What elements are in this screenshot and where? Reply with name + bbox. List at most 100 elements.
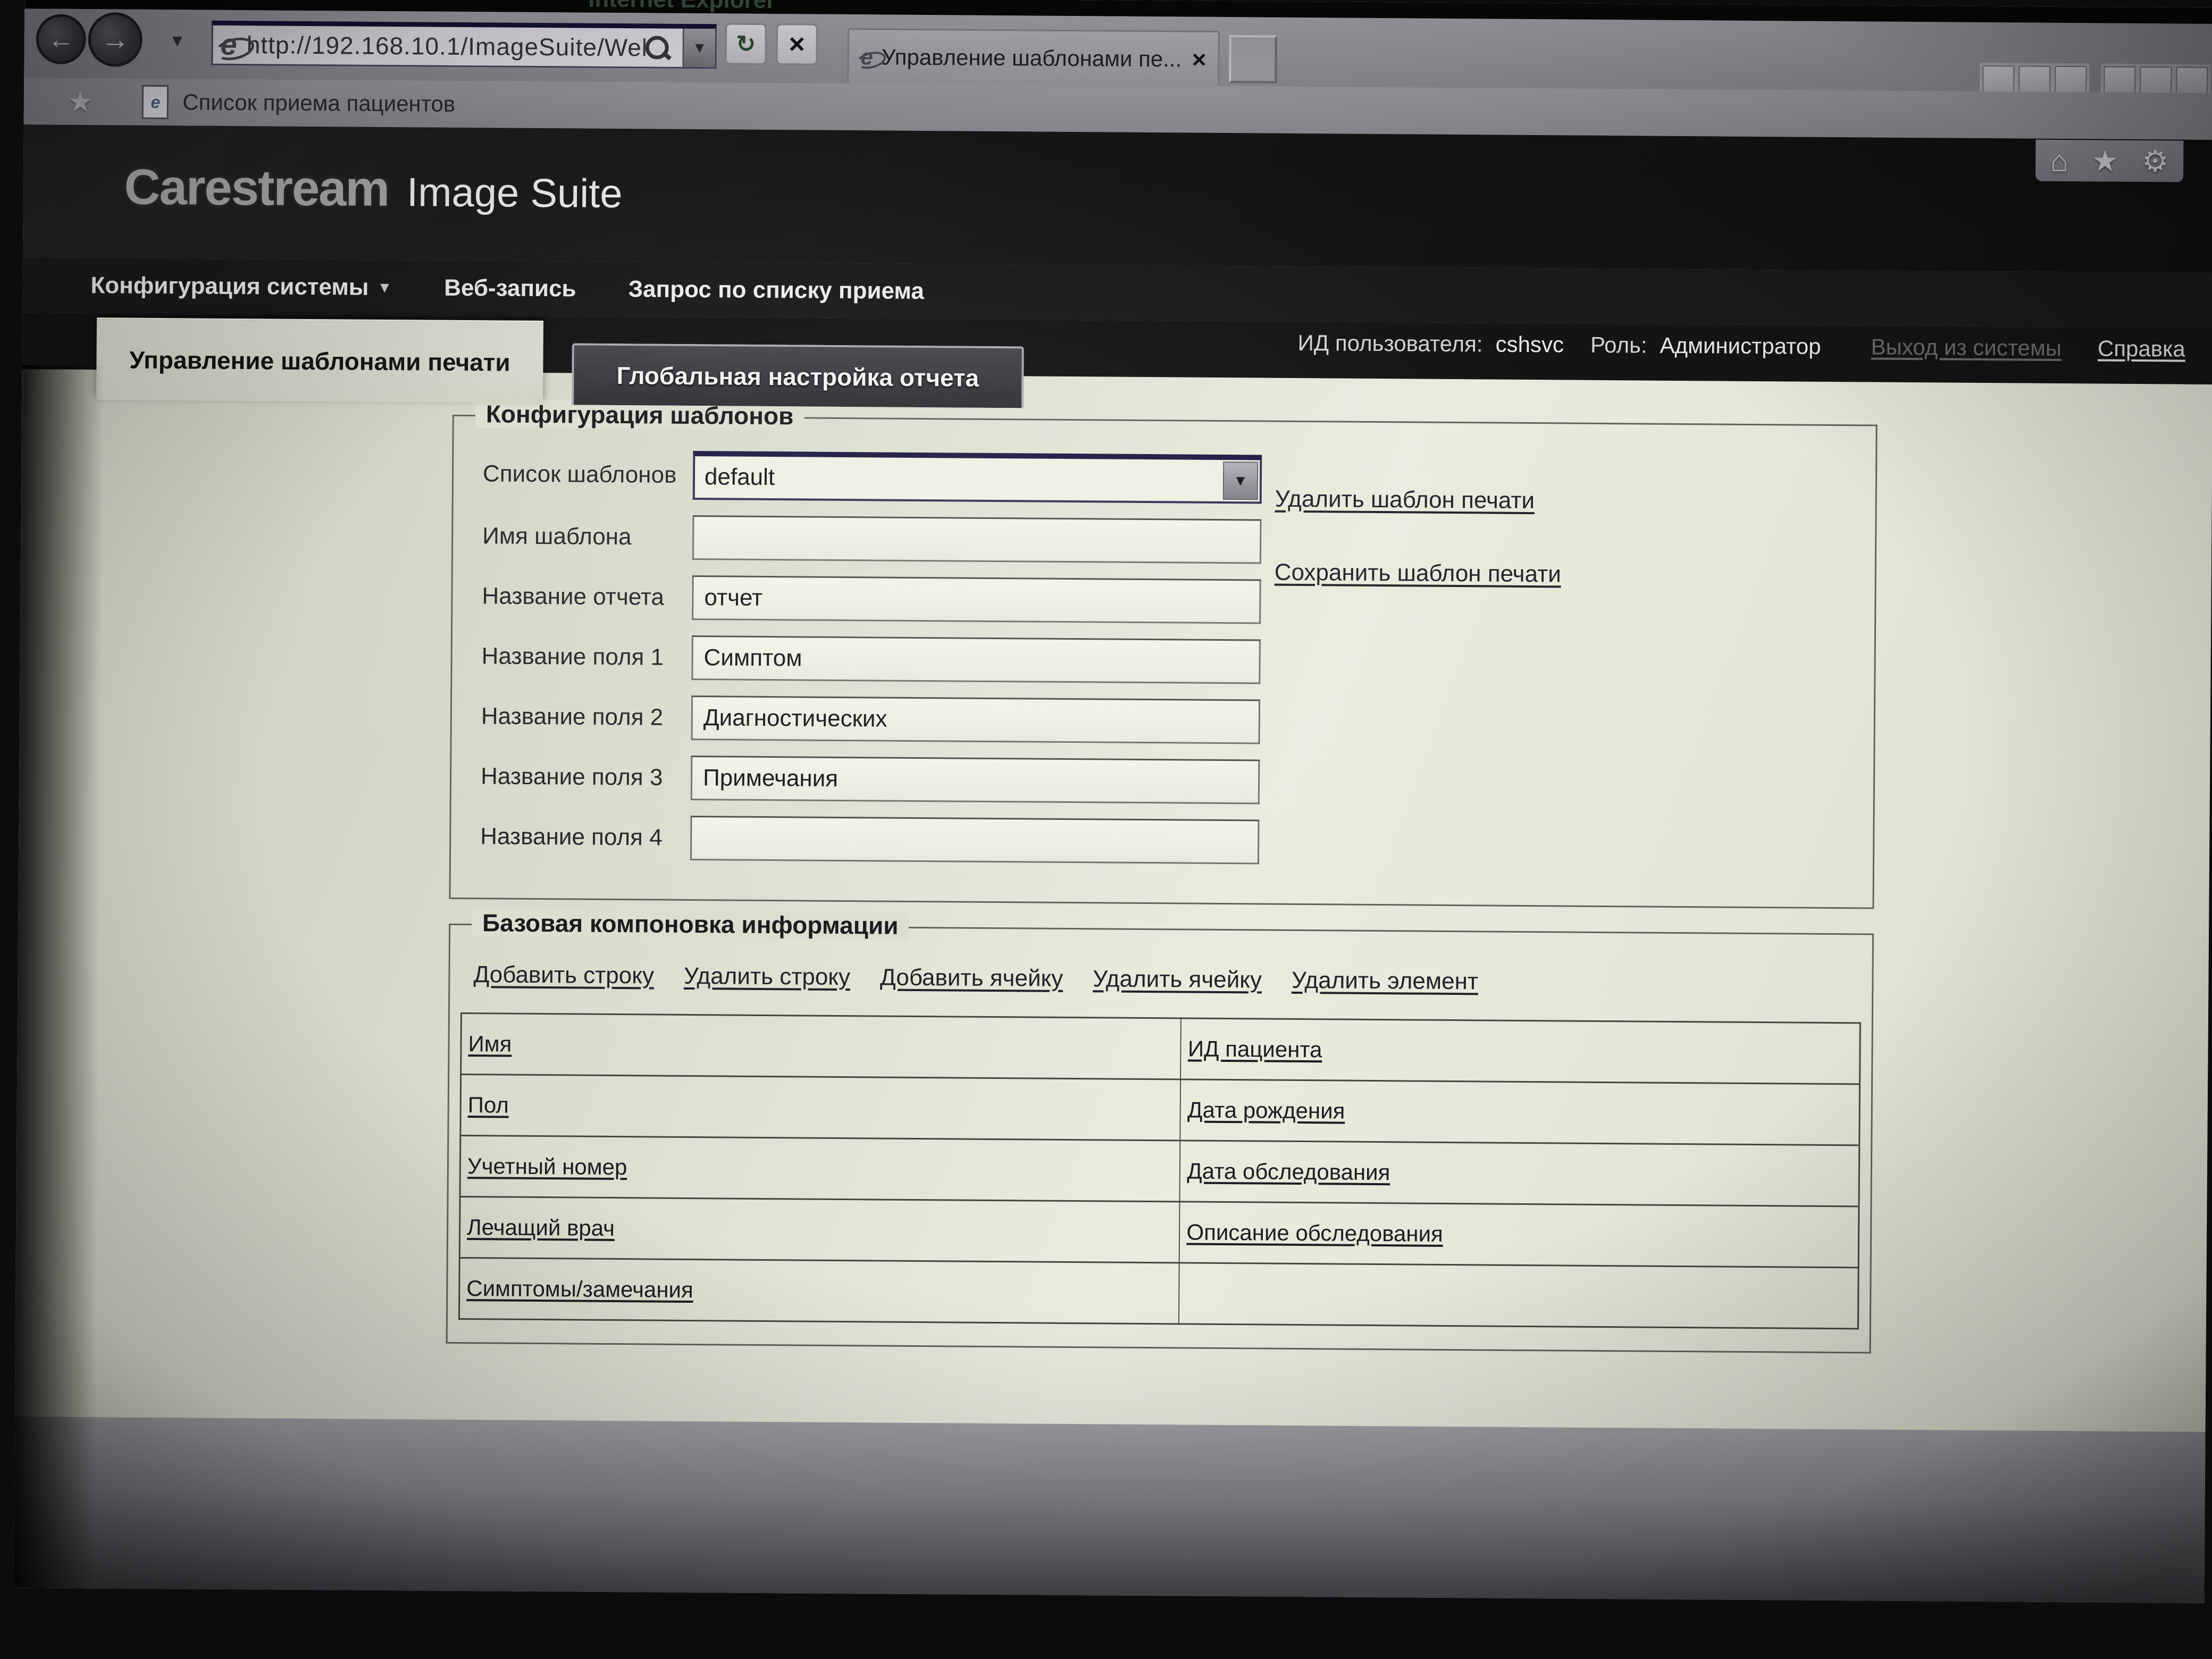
user-id-label: ИД пользователя: xyxy=(1297,330,1482,357)
url-text[interactable]: http://192.168.10.1/ImageSuite/Web/R xyxy=(247,30,646,62)
monitor-screen: Internet Explorer ← → ▼ e http://192.168… xyxy=(13,0,2212,1603)
home-icon[interactable]: ⌂ xyxy=(2050,143,2068,178)
template-list-select[interactable]: default ▼ xyxy=(693,451,1262,504)
window-bottom-area xyxy=(13,1417,2205,1603)
address-bar[interactable]: e http://192.168.10.1/ImageSuite/Web/R ▼ xyxy=(211,21,717,69)
forward-icon: → xyxy=(101,23,130,56)
table-row: Имя ИД пациента xyxy=(462,1014,1859,1085)
fieldset-legend: Базовая компоновка информации xyxy=(472,908,909,940)
stop-icon: × xyxy=(789,28,805,60)
field-4-input[interactable] xyxy=(690,816,1260,864)
chevron-down-icon: ▼ xyxy=(692,39,707,56)
menu-item-system-config[interactable]: Конфигурация системы ▼ xyxy=(90,272,392,301)
field-1-input[interactable] xyxy=(691,635,1261,684)
table-cell[interactable]: Пол xyxy=(461,1075,1181,1139)
layout-fieldset: Базовая компоновка информации Добавить с… xyxy=(446,924,1874,1354)
tab-print-template-management[interactable]: Управление шаблонами печати xyxy=(96,317,543,403)
menu-item-web-record[interactable]: Веб-запись xyxy=(444,275,576,303)
window-control-button[interactable] xyxy=(2104,66,2135,95)
table-cell[interactable]: Описание обследования xyxy=(1180,1202,1858,1267)
field-3-label: Название поля 3 xyxy=(481,763,691,791)
template-config-fieldset: Конфигурация шаблонов Список шаблонов de… xyxy=(449,415,1877,909)
save-template-link[interactable]: Сохранить шаблон печати xyxy=(1275,559,1561,588)
field-2-label: Название поля 2 xyxy=(481,703,691,731)
photo-frame: Internet Explorer ← → ▼ e http://192.168… xyxy=(0,0,2212,1659)
table-cell[interactable]: ИД пациента xyxy=(1182,1019,1859,1083)
chevron-down-icon: ▼ xyxy=(1233,472,1248,489)
refresh-icon: ↻ xyxy=(736,30,756,57)
window-control-button[interactable] xyxy=(2140,66,2172,95)
window-control-button[interactable] xyxy=(1982,65,2014,94)
cell-link-attending-physician[interactable]: Лечащий врач xyxy=(467,1214,615,1241)
table-cell[interactable]: Лечащий врач xyxy=(460,1197,1180,1262)
cell-link-study-date[interactable]: Дата обследования xyxy=(1187,1159,1390,1186)
nav-history-dropdown-icon[interactable]: ▼ xyxy=(169,31,186,51)
table-cell[interactable]: Учетный номер xyxy=(461,1136,1181,1201)
window-title: Internet Explorer xyxy=(588,0,775,14)
favorites-star-icon[interactable]: ★ xyxy=(68,85,94,118)
tab-global-report-settings[interactable]: Глобальная настройка отчета xyxy=(572,343,1024,408)
delete-element-link[interactable]: Удалить элемент xyxy=(1292,967,1478,995)
cell-link-symptoms[interactable]: Симптомы/замечания xyxy=(466,1276,693,1303)
field-3-input[interactable] xyxy=(691,756,1260,804)
template-name-input[interactable] xyxy=(692,515,1262,564)
table-row: Лечащий врач Описание обследования xyxy=(460,1197,1858,1268)
table-row: Симптомы/замечания xyxy=(460,1259,1858,1328)
report-title-input[interactable] xyxy=(692,575,1261,624)
page-content: Конфигурация шаблонов Список шаблонов de… xyxy=(15,369,2212,1432)
add-row-link[interactable]: Добавить строку xyxy=(473,961,654,989)
user-info-bar: ИД пользователя: cshsvc Роль: Администра… xyxy=(1297,330,2185,362)
logout-link[interactable]: Выход из системы xyxy=(1871,334,2062,361)
delete-row-link[interactable]: Удалить строку xyxy=(684,963,850,991)
app-header: Carestream Image Suite xyxy=(23,124,2212,273)
cell-link-name[interactable]: Имя xyxy=(468,1031,512,1057)
field-4-label: Название поля 4 xyxy=(480,823,690,851)
table-cell[interactable] xyxy=(1179,1263,1857,1328)
search-icon[interactable] xyxy=(645,36,668,59)
star-icon[interactable]: ★ xyxy=(2092,143,2119,178)
cell-link-study-description[interactable]: Описание обследования xyxy=(1186,1220,1443,1247)
refresh-button[interactable]: ↻ xyxy=(725,23,767,65)
address-dropdown-button[interactable]: ▼ xyxy=(682,29,715,67)
delete-cell-link[interactable]: Удалить ячейку xyxy=(1093,966,1262,993)
template-list-label: Список шаблонов xyxy=(483,460,693,489)
forward-button[interactable]: → xyxy=(88,12,143,67)
table-cell[interactable]: Дата рождения xyxy=(1181,1080,1859,1144)
back-button[interactable]: ← xyxy=(36,14,86,64)
menu-item-worklist-query[interactable]: Запрос по списку приема xyxy=(628,276,924,305)
cell-link-accession-number[interactable]: Учетный номер xyxy=(467,1153,627,1180)
window-control-button[interactable] xyxy=(2018,65,2050,94)
stop-button[interactable]: × xyxy=(776,23,818,65)
brand-logo: Carestream xyxy=(124,158,389,217)
add-cell-link[interactable]: Добавить ячейку xyxy=(880,964,1063,992)
layout-table: Имя ИД пациента Пол Дата рождения xyxy=(458,1012,1861,1329)
help-link[interactable]: Справка xyxy=(2098,336,2185,362)
form-row: Название поля 3 xyxy=(481,754,1845,808)
table-cell[interactable]: Дата обследования xyxy=(1180,1141,1858,1205)
ie-icon: e xyxy=(220,30,237,60)
table-cell[interactable]: Имя xyxy=(462,1014,1182,1078)
user-id-value: cshsvc xyxy=(1495,332,1564,358)
browser-tab[interactable]: e Управление шаблонами пе... × xyxy=(847,28,1220,86)
field-1-label: Название поля 1 xyxy=(481,643,691,671)
tab-label: Глобальная настройка отчета xyxy=(616,361,979,392)
new-tab-button[interactable] xyxy=(1229,35,1277,83)
window-control-button[interactable] xyxy=(2176,66,2208,95)
form-row: Название отчета xyxy=(482,574,1846,628)
table-cell[interactable]: Симптомы/замечания xyxy=(460,1259,1180,1323)
brand-product: Image Suite xyxy=(407,169,623,217)
select-dropdown-button[interactable]: ▼ xyxy=(1223,462,1259,500)
delete-template-link[interactable]: Удалить шаблон печати xyxy=(1275,486,1535,514)
tab-label: Управление шаблонами печати xyxy=(129,346,510,377)
selected-template: default xyxy=(705,464,775,491)
favorites-link[interactable]: Список приема пациентов xyxy=(182,89,455,117)
cell-link-sex[interactable]: Пол xyxy=(468,1092,509,1118)
gear-icon[interactable]: ⚙ xyxy=(2142,144,2169,179)
field-2-input[interactable] xyxy=(691,696,1261,744)
form-row: Список шаблонов default ▼ xyxy=(483,449,1847,508)
close-icon[interactable]: × xyxy=(1192,45,1206,73)
command-bar: ⌂ ★ ⚙ xyxy=(2035,140,2184,182)
window-control-button[interactable] xyxy=(2055,66,2087,95)
cell-link-patient-id[interactable]: ИД пациента xyxy=(1188,1036,1322,1063)
cell-link-birth-date[interactable]: Дата рождения xyxy=(1187,1097,1345,1124)
